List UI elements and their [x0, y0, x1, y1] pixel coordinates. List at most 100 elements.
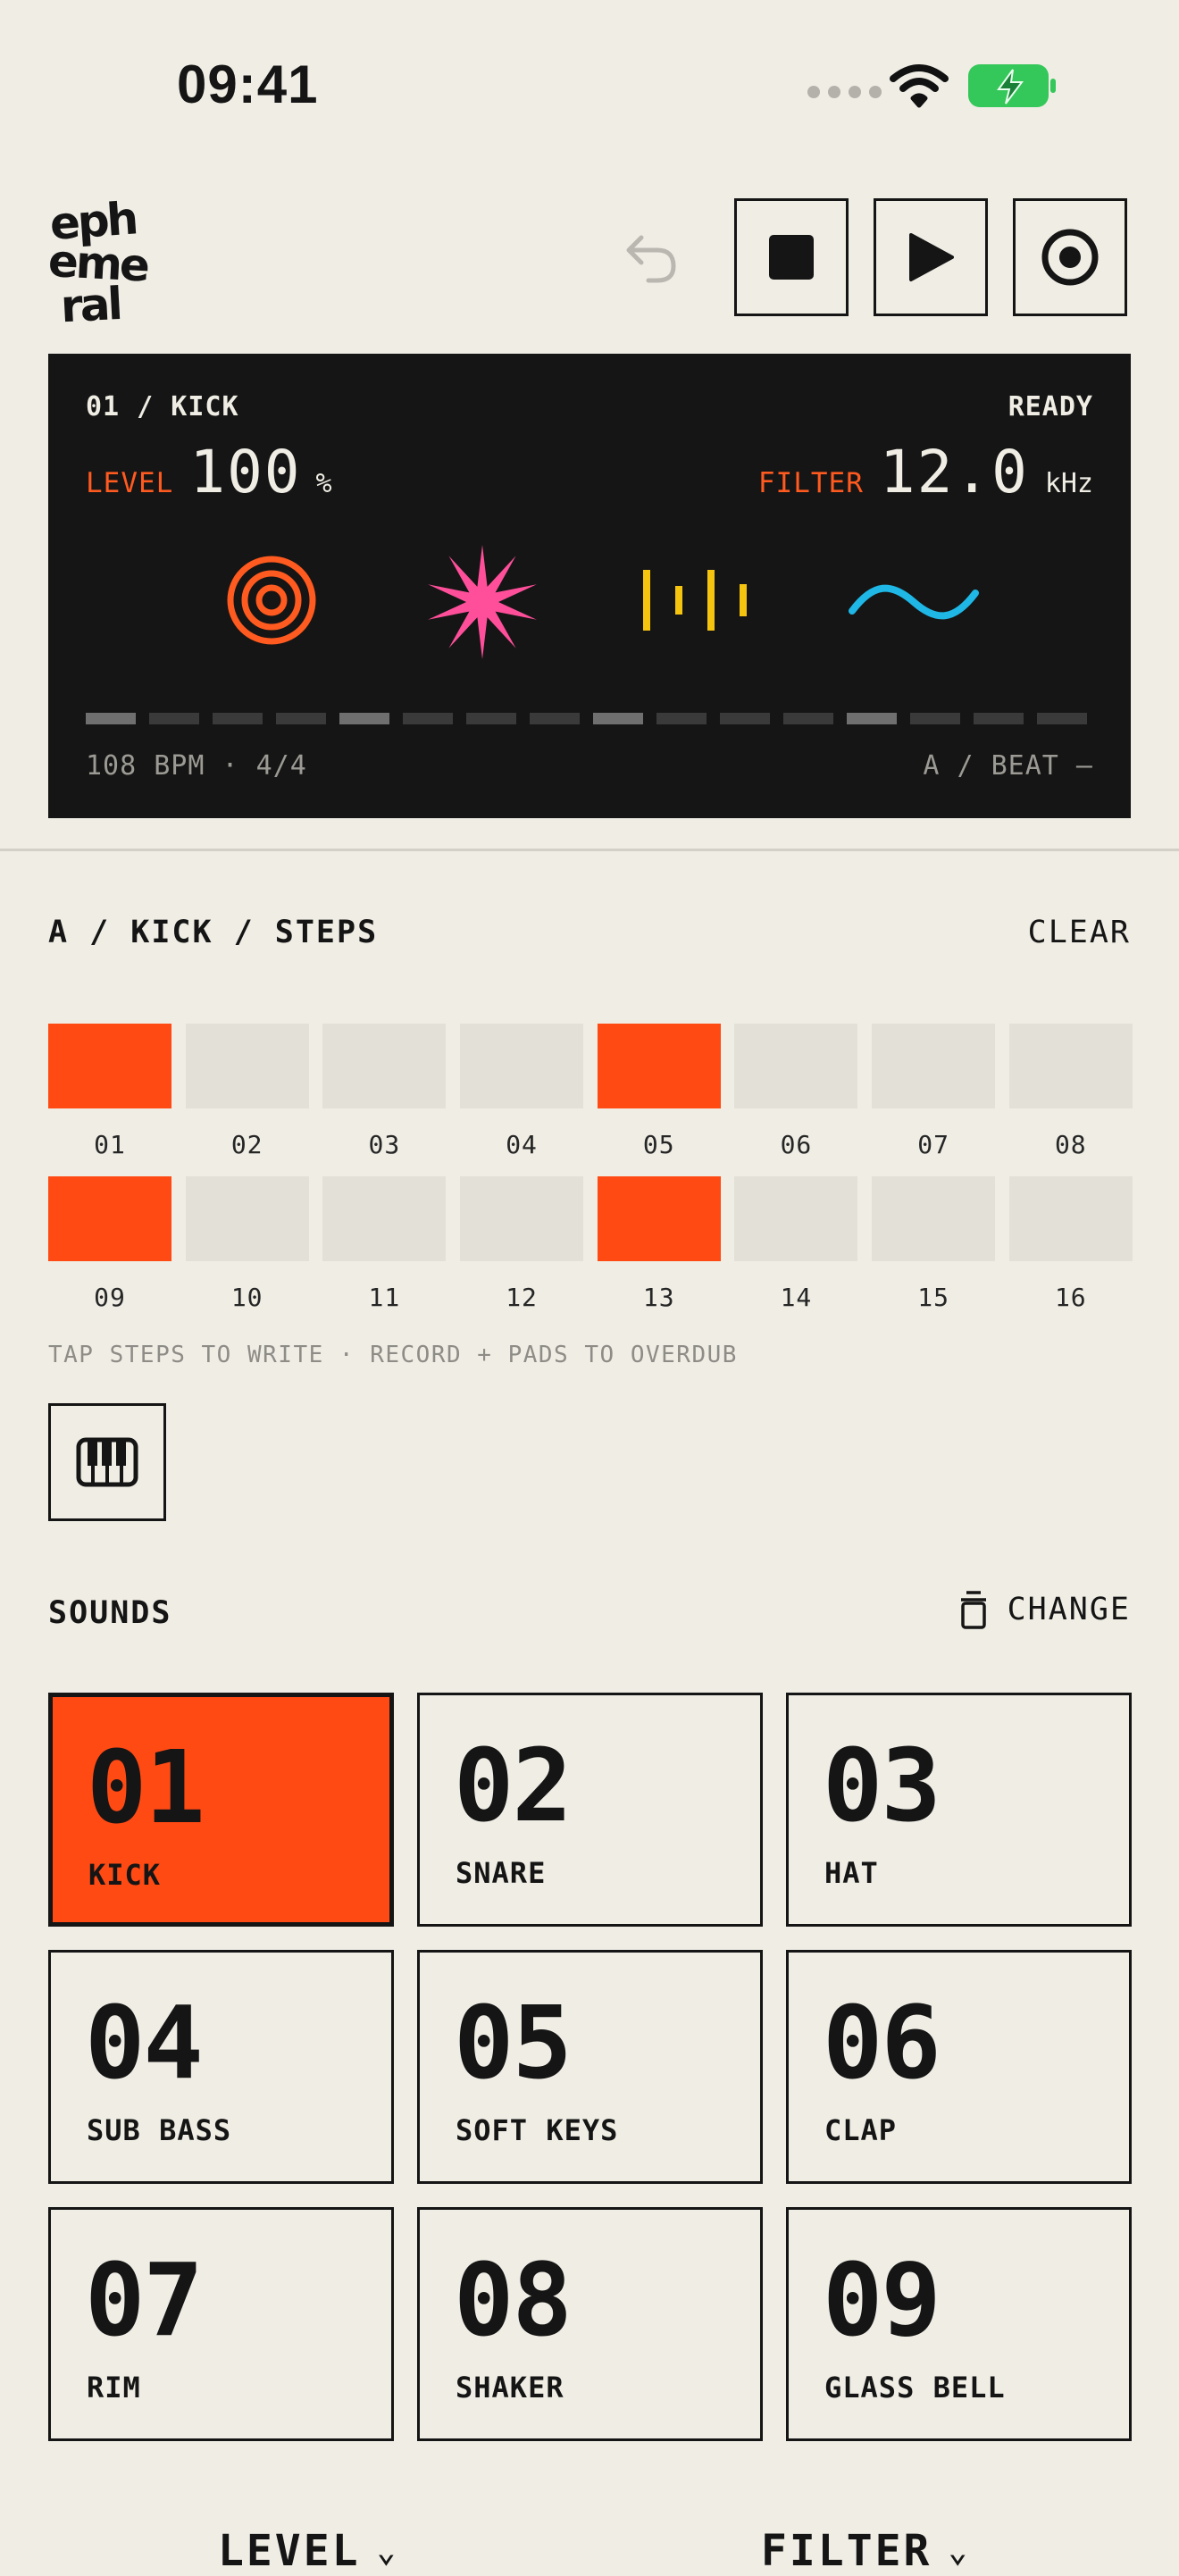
progress-segment — [720, 713, 770, 724]
sound-pad[interactable]: 04 SUB BASS — [48, 1950, 394, 2184]
sound-pad[interactable]: 02 SNARE — [417, 1693, 763, 1927]
wifi-icon — [890, 64, 949, 108]
step-pad[interactable] — [872, 1176, 996, 1261]
step-number: 12 — [506, 1283, 538, 1312]
step-cell[interactable]: 14 — [734, 1176, 858, 1329]
step-number: 11 — [368, 1283, 401, 1312]
level-label: LEVEL — [86, 467, 174, 499]
change-button[interactable]: CHANGE — [959, 1590, 1131, 1629]
filter-unit: kHz — [1044, 468, 1093, 499]
clear-button[interactable]: CLEAR — [1028, 915, 1131, 950]
record-button[interactable] — [1013, 198, 1127, 316]
step-cell[interactable]: 04 — [460, 1024, 584, 1176]
progress-segment — [149, 713, 199, 724]
pattern-label: A / BEAT — — [923, 750, 1093, 782]
step-pad[interactable] — [1008, 1024, 1133, 1108]
sound-pad[interactable]: 03 HAT — [786, 1693, 1132, 1927]
step-cell[interactable]: 06 — [734, 1024, 858, 1176]
cellular-signal-icon — [807, 86, 882, 98]
step-number: 02 — [230, 1130, 263, 1159]
step-number: 10 — [230, 1283, 263, 1312]
progress-segment — [847, 713, 897, 724]
chevron-down-icon: ⌄ — [376, 2532, 399, 2570]
sound-pad[interactable]: 01 KICK — [48, 1693, 394, 1927]
step-pad[interactable] — [185, 1024, 309, 1108]
step-cell[interactable]: 08 — [1008, 1024, 1133, 1176]
step-cell[interactable]: 16 — [1008, 1176, 1133, 1329]
step-pad[interactable] — [322, 1176, 447, 1261]
step-number: 16 — [1054, 1283, 1087, 1312]
filter-dropdown-label: FILTER — [761, 2526, 932, 2576]
progress-segment — [86, 713, 136, 724]
sound-pad-number: 03 — [823, 1728, 941, 1844]
filter-label: FILTER — [757, 467, 864, 499]
step-pad[interactable] — [597, 1176, 721, 1261]
step-pad[interactable] — [1008, 1176, 1133, 1261]
sound-pad-number: 09 — [823, 2243, 941, 2359]
step-cell[interactable]: 02 — [185, 1024, 309, 1176]
sound-pad[interactable]: 07 RIM — [48, 2207, 394, 2441]
step-cell[interactable]: 03 — [322, 1024, 447, 1176]
step-number: 15 — [917, 1283, 949, 1312]
steps-hint: TAP STEPS TO WRITE · RECORD + PADS TO OV… — [48, 1342, 738, 1368]
sound-pad[interactable]: 09 GLASS BELL — [786, 2207, 1132, 2441]
step-pad[interactable] — [460, 1024, 584, 1108]
step-number: 04 — [506, 1130, 538, 1159]
step-cell[interactable]: 01 — [48, 1024, 171, 1176]
sound-pad-number: 04 — [85, 1986, 204, 2102]
status-label: READY — [1008, 391, 1093, 422]
play-button[interactable] — [874, 198, 988, 316]
undo-icon[interactable] — [622, 230, 686, 288]
progress-segment — [339, 713, 389, 724]
step-pad[interactable] — [597, 1024, 721, 1108]
sounds-title: SOUNDS — [48, 1595, 172, 1631]
step-cell[interactable]: 13 — [597, 1176, 721, 1329]
status-time: 09:41 — [177, 54, 319, 114]
step-cell[interactable]: 10 — [185, 1176, 309, 1329]
sound-pad-number: 08 — [454, 2243, 573, 2359]
step-cell[interactable]: 12 — [460, 1176, 584, 1329]
step-pad[interactable] — [872, 1024, 996, 1108]
step-pad[interactable] — [185, 1176, 309, 1261]
step-pad[interactable] — [734, 1176, 858, 1261]
filter-dropdown[interactable]: FILTER ⌄ — [761, 2526, 970, 2576]
step-pad[interactable] — [322, 1024, 447, 1108]
sound-pad[interactable]: 08 SHAKER — [417, 2207, 763, 2441]
sound-pad-number: 01 — [87, 1730, 205, 1846]
step-cell[interactable]: 09 — [48, 1176, 171, 1329]
sound-pad-name: RIM — [87, 2371, 141, 2405]
filter-value: 12.0 — [879, 438, 1029, 506]
sound-pad[interactable]: 05 SOFT KEYS — [417, 1950, 763, 2184]
level-unit: % — [315, 468, 332, 499]
level-dropdown[interactable]: LEVEL ⌄ — [218, 2526, 398, 2576]
sound-pad-name: SOFT KEYS — [456, 2113, 619, 2147]
step-cell[interactable]: 15 — [872, 1176, 996, 1329]
level-value: 100 — [189, 438, 302, 506]
step-number: 08 — [1054, 1130, 1087, 1159]
trash-icon — [960, 1591, 986, 1629]
progress-segment — [530, 713, 580, 724]
step-pad[interactable] — [734, 1024, 858, 1108]
play-icon — [909, 233, 954, 281]
steps-title: A / KICK / STEPS — [48, 915, 379, 950]
target-glyph — [227, 556, 316, 645]
battery-charging-icon — [968, 64, 1056, 107]
step-pad[interactable] — [48, 1176, 171, 1261]
sound-pad[interactable]: 06 CLAP — [786, 1950, 1132, 2184]
step-cell[interactable]: 11 — [322, 1176, 447, 1329]
progress-segment — [1037, 713, 1087, 724]
sound-pad-name: CLAP — [824, 2113, 898, 2147]
svg-text:ral: ral — [59, 278, 121, 325]
progress-segment — [974, 713, 1024, 724]
sound-pad-name: HAT — [824, 1856, 879, 1890]
step-cell[interactable]: 07 — [872, 1024, 996, 1176]
sound-pad-number: 06 — [823, 1986, 941, 2102]
step-pad[interactable] — [48, 1024, 171, 1108]
stop-button[interactable] — [734, 198, 849, 316]
step-pad[interactable] — [460, 1176, 584, 1261]
progress-segment — [656, 713, 707, 724]
step-cell[interactable]: 05 — [597, 1024, 721, 1176]
keyboard-button[interactable] — [48, 1403, 166, 1521]
sound-pads-grid: 01 KICK 02 SNARE 03 HAT 04 SUB BASS 05 SOFT KEYS 0… — [48, 1693, 1132, 2441]
level-readout: LEVEL 100 % — [86, 438, 332, 506]
